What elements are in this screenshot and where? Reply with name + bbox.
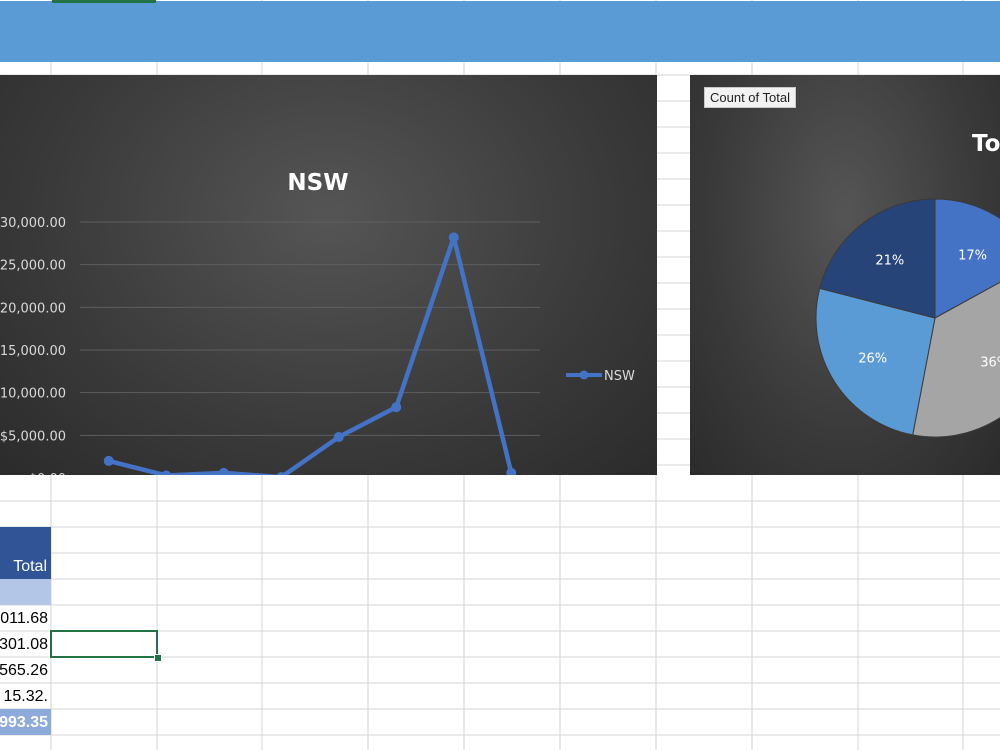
series-line-nsw[interactable] xyxy=(106,235,514,475)
pivot-subheader-cell[interactable] xyxy=(0,579,51,605)
legend-label[interactable]: NSW xyxy=(604,369,635,384)
pie-title: To xyxy=(972,131,1000,157)
total-pie-chart[interactable]: To 17% 36% 26% 21% Count of Total xyxy=(690,75,1000,475)
line-chart-canvas: NSW $0.00 $5,000.00 10,000.00 15,000.00 20,00… xyxy=(0,170,635,475)
y-tick-label: 25,000.00 xyxy=(0,259,66,274)
active-cell-selection[interactable] xyxy=(50,630,158,658)
y-tick-label: 10,000.00 xyxy=(0,387,66,402)
selected-column-indicator xyxy=(52,0,156,3)
data-point[interactable] xyxy=(448,232,459,243)
data-point[interactable] xyxy=(161,470,172,475)
pie-chart-canvas: To 17% 36% 26% 21% xyxy=(815,131,1000,438)
data-point[interactable] xyxy=(391,402,402,413)
pie-slice-label: 26% xyxy=(858,352,887,367)
count-of-total-field-button[interactable]: Count of Total xyxy=(704,87,796,108)
data-point[interactable] xyxy=(218,467,229,475)
y-tick-label: $0.00 xyxy=(29,472,66,475)
pivot-value-cell[interactable]: 011.68 xyxy=(0,605,51,631)
header-banner xyxy=(0,1,1000,62)
pie-slice-label: 36% xyxy=(980,355,1000,370)
y-tick-label: 30,000.00 xyxy=(0,216,66,231)
y-tick-label: $5,000.00 xyxy=(0,429,66,444)
pivot-value-cell[interactable]: 301.08 xyxy=(0,631,51,657)
pivot-value-cell[interactable]: 565.26 xyxy=(0,657,51,683)
pivot-header-total[interactable]: Total xyxy=(0,553,51,579)
data-point[interactable] xyxy=(333,432,344,443)
pie-slice-label: 17% xyxy=(958,248,987,263)
data-point[interactable] xyxy=(103,455,114,466)
pivot-value-cell[interactable]: .15.32 xyxy=(0,683,51,709)
pie-slice-label: 21% xyxy=(875,254,904,269)
fill-handle[interactable] xyxy=(154,654,162,662)
data-point[interactable] xyxy=(506,467,517,475)
chart-title: NSW xyxy=(287,170,348,196)
nsw-line-chart[interactable]: NSW $0.00 $5,000.00 10,000.00 15,000.00 20,00… xyxy=(0,75,657,475)
y-tick-label: 15,000.00 xyxy=(0,344,66,359)
pivot-grand-total-cell[interactable]: 993.35 xyxy=(0,709,51,735)
y-tick-label: 20,000.00 xyxy=(0,301,66,316)
legend-marker xyxy=(579,370,589,380)
